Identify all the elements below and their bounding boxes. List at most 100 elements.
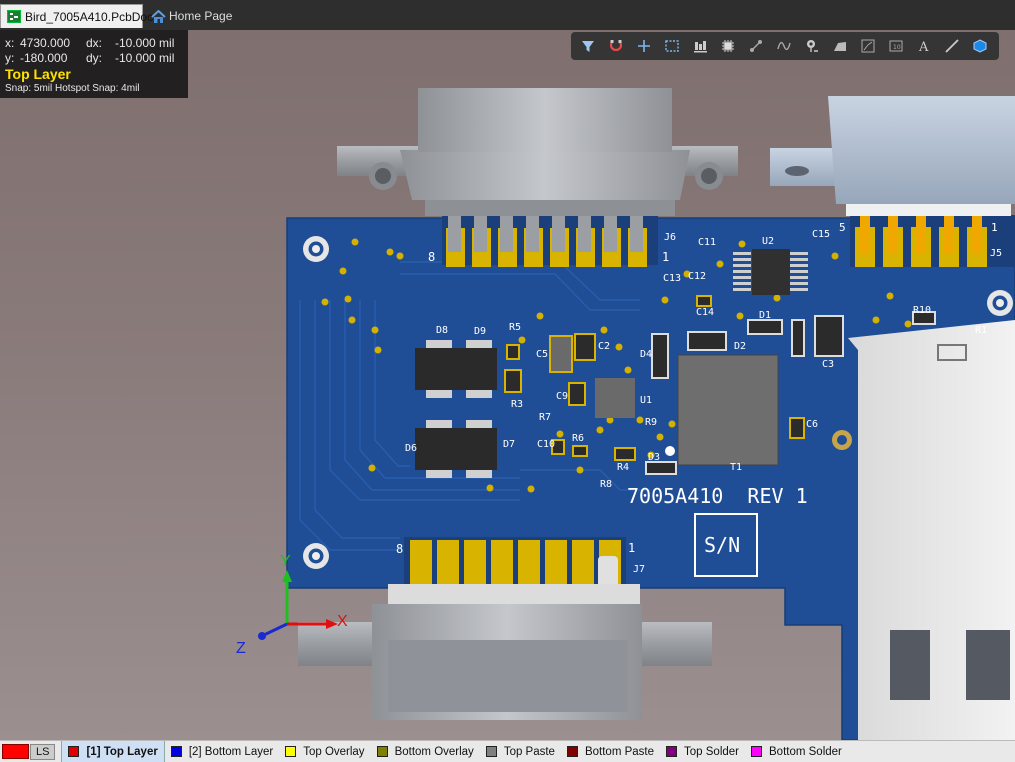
designator-d4: D4: [640, 349, 653, 360]
designator-d8: D8: [436, 325, 449, 336]
hud-dy-value: -10.000 mil: [115, 51, 175, 65]
board-title-text: 7005A410 REV 1: [627, 484, 808, 508]
designator-c3: C3: [822, 359, 835, 370]
pin-label-j6-left: 8: [428, 250, 436, 264]
line-icon[interactable]: [939, 34, 965, 58]
layer-color-swatch: [751, 746, 762, 757]
designator-r9: R9: [645, 417, 658, 428]
designator-r8: R8: [600, 479, 613, 490]
interactive-route-icon[interactable]: [603, 34, 629, 58]
designator-d2: D2: [734, 341, 747, 352]
designator-c10: C10: [537, 439, 556, 450]
layer-color-swatch: [666, 746, 678, 757]
layer-set-button[interactable]: LS: [30, 743, 56, 760]
connect-icon[interactable]: [743, 34, 769, 58]
3d-body-icon[interactable]: [967, 34, 993, 58]
layer-tab-top-overlay[interactable]: Top Overlay: [279, 741, 370, 762]
layer-tab-label: [1] Top Layer: [86, 745, 158, 758]
designator-d1: D1: [759, 310, 772, 321]
layer-tab-bottom-solder[interactable]: Bottom Solder: [745, 741, 848, 762]
pin-label-j6-right: 1: [662, 250, 670, 264]
hud-current-layer: Top Layer: [5, 66, 71, 82]
layer-tab-label: Top Paste: [503, 745, 555, 758]
align-icon[interactable]: [687, 34, 713, 58]
layer-tab-label: Bottom Overlay: [394, 745, 474, 758]
layer-color-swatch: [68, 746, 80, 757]
layer-color-swatch: [566, 746, 578, 757]
place-via-icon[interactable]: [799, 34, 825, 58]
layer-tab-top-solder[interactable]: Top Solder: [660, 741, 745, 762]
designator-j5: J5: [990, 248, 1003, 259]
rj45-jack: [832, 320, 1015, 740]
pcb-document-icon: [7, 10, 21, 23]
component-t1: [677, 354, 779, 466]
pcb-3d-scene: [258, 88, 1015, 740]
pin-label-j7-left: 8: [396, 542, 404, 556]
designator-c5: C5: [536, 349, 549, 360]
layer-tab-label: Bottom Solder: [769, 745, 842, 758]
layer-tab-top-paste[interactable]: Top Paste: [480, 741, 561, 762]
designator-u1: U1: [640, 395, 653, 406]
graph-icon[interactable]: [855, 34, 881, 58]
filter-icon[interactable]: [575, 34, 601, 58]
hud-dx-value: -10.000 mil: [115, 36, 175, 50]
select-rectangle-icon[interactable]: [659, 34, 685, 58]
layer-color-swatch: [285, 746, 297, 757]
designator-r3: R3: [511, 399, 524, 410]
hud-y-value: -180.000: [20, 51, 68, 65]
layer-tab-bottom-overlay[interactable]: Bottom Overlay: [371, 741, 480, 762]
layer-tab-top-layer[interactable]: [1] Top Layer: [61, 741, 165, 762]
designator-d7: D7: [503, 439, 516, 450]
designator-d9: D9: [474, 326, 487, 337]
designator-c6: C6: [806, 419, 819, 430]
coordinate-hud: x: 4730.000 dx: -10.000 mil y: -180.000 …: [0, 30, 188, 98]
pin-label-j5-right: 1: [991, 221, 998, 234]
component-u2: [752, 249, 790, 295]
designator-c14: C14: [696, 307, 715, 318]
layer-tab-label: [2] Bottom Layer: [188, 745, 274, 758]
text-icon[interactable]: A: [911, 34, 937, 58]
layer-tab-bottom-paste[interactable]: Bottom Paste: [561, 741, 660, 762]
layer-tab-bottom-layer[interactable]: [2] Bottom Layer: [165, 741, 279, 762]
designator-c15: C15: [812, 229, 831, 240]
axis-label-z: Z: [236, 640, 246, 657]
layer-set-selector[interactable]: LS: [0, 741, 56, 762]
layer-tabs-bar: LS [1] Top Layer [2] Bottom Layer Top Ov…: [0, 740, 1015, 762]
designator-c11: C11: [698, 237, 717, 248]
hud-x-label: x:: [5, 36, 15, 50]
designator-j6: J6: [664, 232, 677, 243]
layer-color-swatch: [376, 746, 388, 757]
layer-tab-label: Bottom Paste: [584, 745, 655, 758]
layer-tab-label: Top Solder: [684, 745, 739, 758]
hud-y-label: y:: [5, 51, 15, 65]
svg-text:A: A: [918, 40, 929, 54]
designator-r5: R5: [509, 322, 522, 333]
tab-label: Home Page: [169, 9, 233, 23]
axis-label-y: Y: [280, 553, 291, 570]
pin-label-j5-left: 5: [839, 221, 846, 234]
component-icon[interactable]: [715, 34, 741, 58]
svg-text:10: 10: [893, 44, 901, 51]
active-bar-toolbar: 10 A: [571, 32, 999, 60]
tab-pcb-document[interactable]: Bird_7005A410.PcbDoc: [0, 4, 153, 28]
designator-c12: C12: [688, 271, 707, 282]
polygon-icon[interactable]: [827, 34, 853, 58]
hud-snap-info: Snap: 5mil Hotspot Snap: 4mil: [5, 83, 140, 94]
diff-pair-icon[interactable]: [771, 34, 797, 58]
component-u1: [595, 378, 635, 418]
designator-r6: R6: [572, 433, 585, 444]
tab-home-page[interactable]: Home Page: [145, 4, 245, 28]
designator-u2: U2: [762, 236, 775, 247]
pcb-3d-viewport[interactable]: 8 1 J6 5 1 J5 8 1 J7 U1 U2 D1 D2 D3 D4 D…: [0, 30, 1015, 740]
home-icon: [151, 9, 166, 23]
dimension-icon[interactable]: 10: [883, 34, 909, 58]
designator-j7: J7: [633, 564, 646, 575]
designator-r4: R4: [617, 462, 630, 473]
axis-label-x: X: [337, 613, 348, 630]
designator-r7: R7: [539, 412, 552, 423]
document-tab-bar: Bird_7005A410.PcbDoc Home Page: [0, 0, 1015, 31]
designator-d6: D6: [405, 443, 418, 454]
add-crosshair-icon[interactable]: [631, 34, 657, 58]
designator-r1: R1: [975, 325, 988, 336]
hud-dx-label: dx:: [86, 36, 103, 50]
